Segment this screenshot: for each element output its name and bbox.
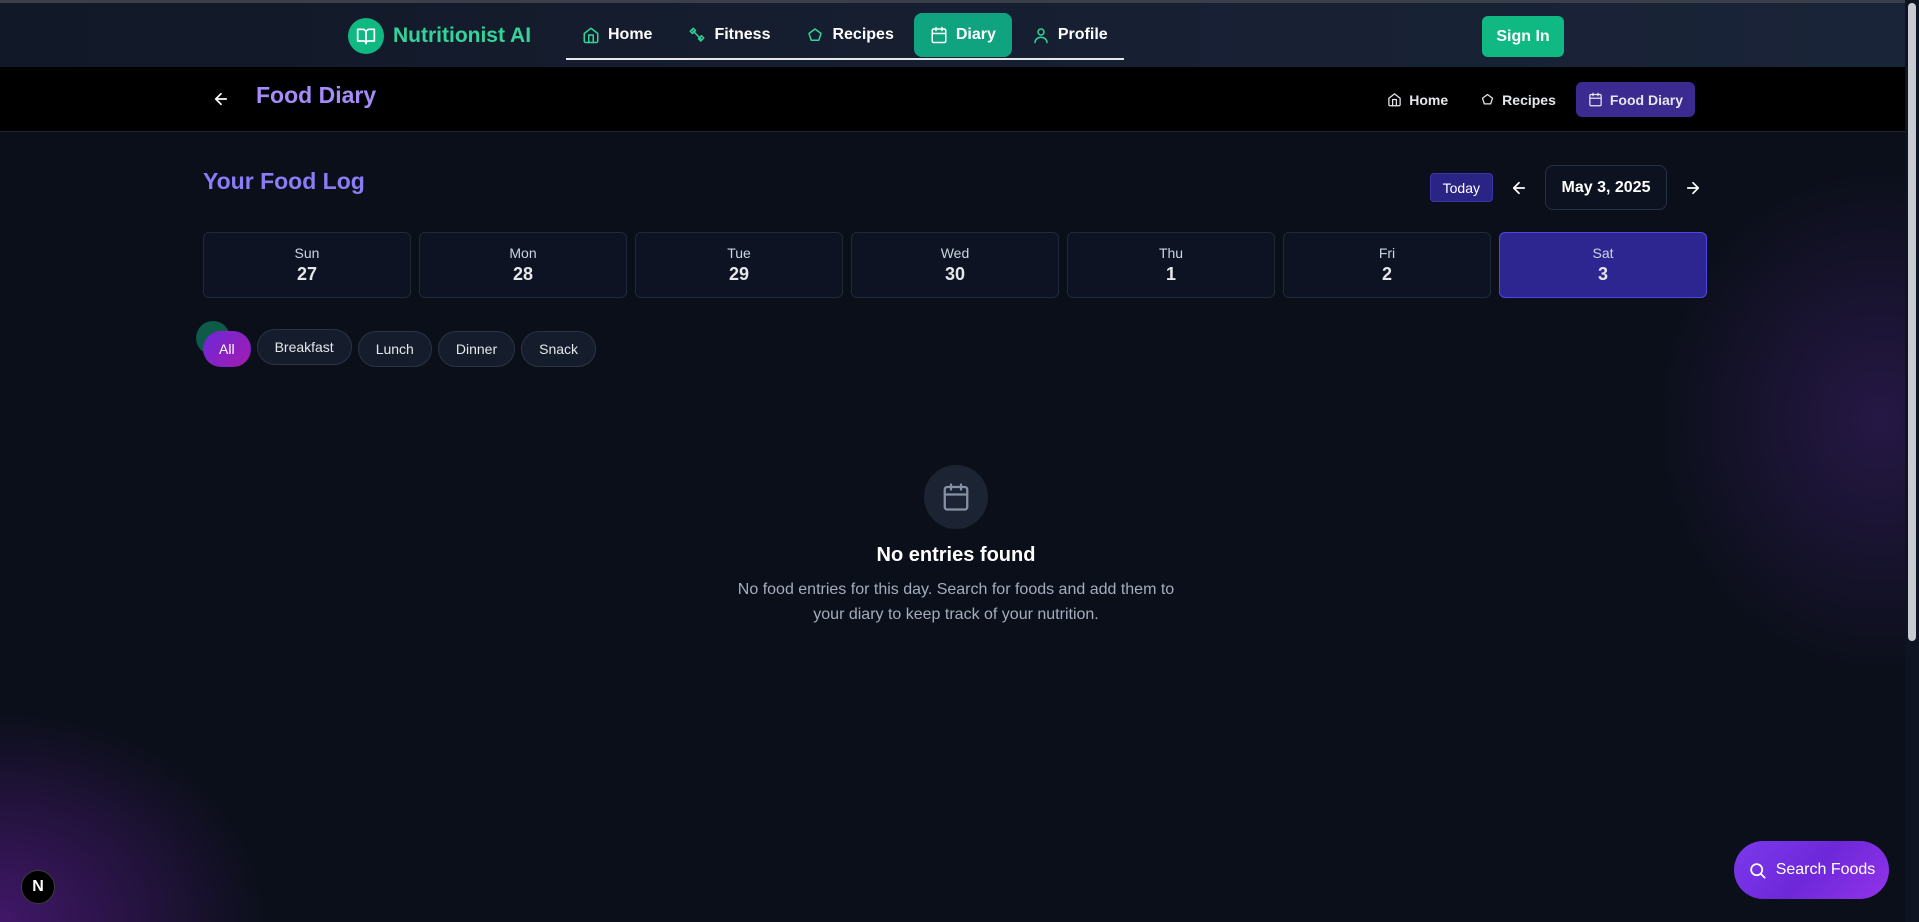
previous-day-arrow-icon[interactable] xyxy=(1503,172,1535,204)
nav-tab-profile[interactable]: Profile xyxy=(1016,13,1124,57)
today-button[interactable]: Today xyxy=(1429,173,1493,202)
dumbbell-icon xyxy=(689,27,705,42)
day-date: 2 xyxy=(1381,264,1392,284)
search-foods-button[interactable]: Search Foods xyxy=(1734,841,1889,899)
home-icon xyxy=(583,27,599,44)
day-name: Thu xyxy=(1158,245,1184,261)
back-arrow-icon[interactable] xyxy=(212,90,230,113)
day-name: Fri xyxy=(1378,245,1396,261)
home-icon xyxy=(1388,93,1402,107)
sign-in-button[interactable]: Sign In xyxy=(1482,16,1564,57)
nav-tab-diary[interactable]: Diary xyxy=(913,13,1012,57)
day-name: Sat xyxy=(1592,245,1614,261)
filter-chip-breakfast[interactable]: Breakfast xyxy=(256,329,352,365)
header-link-label: Recipes xyxy=(1502,91,1556,108)
browser-top-edge xyxy=(0,0,1919,3)
day-card-mon[interactable]: Mon 28 xyxy=(419,232,627,298)
chef-hat-icon xyxy=(808,28,823,41)
day-card-sat[interactable]: Sat 3 xyxy=(1499,232,1707,298)
calendar-icon xyxy=(1589,92,1602,107)
day-date: 27 xyxy=(296,264,318,284)
filter-chip-dinner[interactable]: Dinner xyxy=(437,331,516,367)
nav-tab-fitness[interactable]: Fitness xyxy=(672,13,786,57)
main-nav-tabs: Home Fitness Recipes Diary Profile xyxy=(566,13,1124,60)
day-card-fri[interactable]: Fri 2 xyxy=(1283,232,1491,298)
page-header-links: Home Recipes Food Diary xyxy=(1375,82,1695,117)
book-open-icon xyxy=(348,18,384,54)
current-date-display[interactable]: May 3, 2025 xyxy=(1545,165,1667,210)
header-link-food-diary[interactable]: Food Diary xyxy=(1575,82,1695,117)
nav-tab-label: Home xyxy=(608,26,653,43)
day-card-tue[interactable]: Tue 29 xyxy=(635,232,843,298)
day-date: 1 xyxy=(1165,264,1176,284)
page-scrollbar[interactable] xyxy=(1905,0,1919,922)
calendar-icon xyxy=(924,465,988,529)
user-icon xyxy=(1034,28,1048,44)
nav-tab-label: Fitness xyxy=(714,26,771,43)
nav-tab-label: Diary xyxy=(955,26,996,43)
empty-state: No entries found No food entries for thi… xyxy=(203,465,1709,627)
search-foods-label: Search Foods xyxy=(1775,861,1876,878)
page-header: Food Diary Home Recipes Food Diary xyxy=(0,67,1905,132)
nav-tab-label: Recipes xyxy=(832,26,894,43)
empty-state-title: No entries found xyxy=(876,544,1036,566)
meal-filter-chips: All Breakfast Lunch Dinner Snack xyxy=(203,329,597,367)
day-name: Sun xyxy=(294,245,320,261)
scrollbar-thumb[interactable] xyxy=(1908,3,1916,641)
day-date: 3 xyxy=(1597,264,1608,284)
nav-tab-home[interactable]: Home xyxy=(566,13,668,57)
day-name: Mon xyxy=(509,245,537,261)
next-day-arrow-icon[interactable] xyxy=(1677,172,1709,204)
page-title: Food Diary xyxy=(256,82,377,108)
filter-chip-snack[interactable]: Snack xyxy=(521,331,597,367)
day-name: Tue xyxy=(727,245,751,261)
section-title: Your Food Log xyxy=(203,168,365,194)
header-link-label: Home xyxy=(1409,91,1449,108)
top-navbar: Nutritionist AI Home Fitness Recipes Dia… xyxy=(0,3,1905,67)
header-link-recipes[interactable]: Recipes xyxy=(1468,82,1568,117)
date-navigator: Today May 3, 2025 xyxy=(1429,165,1709,210)
app-name: Nutritionist AI xyxy=(393,24,532,47)
nav-tab-label: Profile xyxy=(1057,26,1108,43)
nav-tab-recipes[interactable]: Recipes xyxy=(790,13,909,57)
week-day-selector: Sun 27 Mon 28 Tue 29 Wed 30 Thu 1 Fri 2 Sat 3 xyxy=(203,232,1707,298)
day-date: 30 xyxy=(944,264,966,284)
filter-chip-all[interactable]: All xyxy=(203,331,251,367)
search-icon xyxy=(1749,862,1766,878)
page-background xyxy=(0,0,1919,922)
day-card-thu[interactable]: Thu 1 xyxy=(1067,232,1275,298)
day-date: 29 xyxy=(728,264,750,284)
empty-state-text: No food entries for this day. Search for… xyxy=(737,581,1175,623)
chef-hat-icon xyxy=(1482,93,1494,105)
day-card-sun[interactable]: Sun 27 xyxy=(203,232,411,298)
header-link-home[interactable]: Home xyxy=(1375,82,1460,117)
header-link-label: Food Diary xyxy=(1609,91,1683,108)
app-logo[interactable]: Nutritionist AI xyxy=(348,18,531,54)
calendar-icon xyxy=(931,26,947,44)
day-card-wed[interactable]: Wed 30 xyxy=(851,232,1059,298)
day-name: Wed xyxy=(940,245,970,261)
dev-tools-badge[interactable]: N xyxy=(21,870,55,904)
day-date: 28 xyxy=(512,264,534,284)
filter-chip-lunch[interactable]: Lunch xyxy=(357,331,432,367)
